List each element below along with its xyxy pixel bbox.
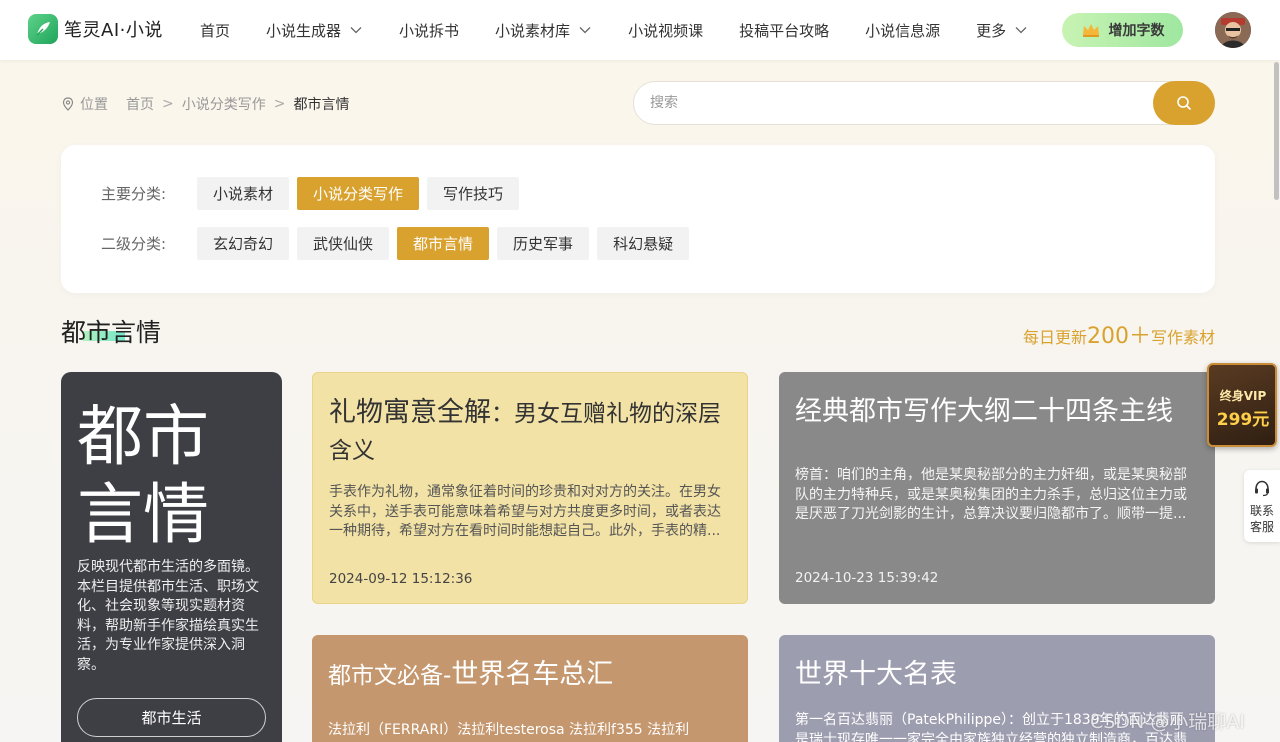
chevron-down-icon	[350, 27, 362, 34]
nav-label: 更多	[976, 21, 1007, 40]
vip-price: 299元	[1216, 410, 1270, 430]
nav-label: 首页	[200, 21, 231, 40]
chip-fantasy[interactable]: 玄幻奇幻	[197, 227, 290, 260]
nav-label: 小说拆书	[399, 21, 460, 40]
primary-category-label: 主要分类:	[101, 185, 167, 203]
chip-writing-tips[interactable]: 写作技巧	[427, 177, 520, 210]
feather-logo-icon	[28, 14, 58, 44]
page-scrollbar[interactable]	[1272, 60, 1280, 742]
update-prefix: 每日更新	[1022, 328, 1087, 347]
article-title: 都市文必备-世界名车总汇	[328, 657, 732, 694]
top-header: 笔灵AI·小说 首页 小说生成器 小说拆书 小说素材库 小说视频课 投稿平台攻略…	[0, 0, 1280, 60]
vip-label: 终身VIP	[1219, 389, 1267, 403]
nav-label: 小说素材库	[495, 21, 571, 40]
nav-label: 小说视频课	[628, 21, 704, 40]
breadcrumb-location-label: 位置	[80, 97, 108, 113]
secondary-category-row: 二级分类: 玄幻奇幻 武侠仙侠 都市言情 历史军事 科幻悬疑	[101, 227, 697, 260]
section-title: 都市言情	[61, 313, 161, 349]
primary-category-row: 主要分类: 小说素材 小说分类写作 写作技巧	[101, 177, 527, 210]
lifetime-vip-badge[interactable]: 终身VIP 299元	[1207, 363, 1277, 447]
title-main: 礼物寓意全解	[329, 397, 491, 428]
urban-life-tag-button[interactable]: 都市生活	[77, 698, 266, 737]
logo-text: 笔灵AI·小说	[64, 20, 163, 41]
breadcrumb-category[interactable]: 小说分类写作	[182, 94, 266, 114]
user-avatar[interactable]	[1215, 12, 1251, 48]
avatar-image	[1215, 12, 1251, 48]
nav-item-submission-guide[interactable]: 投稿平台攻略	[739, 20, 829, 41]
add-words-label: 增加字数	[1108, 23, 1165, 39]
breadcrumb-separator: >	[273, 96, 286, 112]
search-input[interactable]	[650, 92, 1140, 114]
headset-icon	[1255, 480, 1269, 497]
chip-genre-writing[interactable]: 小说分类写作	[297, 177, 420, 210]
scrollbar-thumb[interactable]	[1274, 62, 1279, 200]
search-box	[633, 81, 1215, 125]
secondary-category-label: 二级分类:	[101, 235, 167, 253]
article-excerpt: 榜首：咱们的主角，他是某奥秘部分的主力奸细，或是某奥秘部队的主力特种兵，或是某奥…	[795, 467, 1187, 522]
nav-item-info-source[interactable]: 小说信息源	[865, 20, 940, 41]
watermark-text: CSDN @小瑞聊AI	[1090, 711, 1245, 733]
feature-big-line: 都市	[77, 398, 209, 475]
chip-history-military[interactable]: 历史军事	[497, 227, 590, 260]
breadcrumb: 位置 首页 > 小说分类写作 > 都市言情	[62, 94, 349, 114]
nav-label: 小说信息源	[865, 21, 941, 40]
nav-item-novel-generator[interactable]: 小说生成器	[266, 20, 363, 41]
section-title-text: 都市言情	[61, 318, 162, 347]
update-suffix: 写作素材	[1150, 328, 1215, 347]
search-button[interactable]	[1153, 81, 1215, 125]
chevron-down-icon	[579, 27, 591, 34]
nav-item-more[interactable]: 更多	[976, 20, 1028, 41]
location-pin-icon	[62, 97, 74, 111]
title-prefix: 都市文必备-	[328, 663, 452, 689]
nav-label: 投稿平台攻略	[739, 21, 830, 40]
nav-item-home[interactable]: 首页	[200, 20, 230, 41]
nav-item-material-library[interactable]: 小说素材库	[495, 20, 592, 41]
feature-big-line: 言情	[77, 476, 209, 553]
article-title: 经典都市写作大纲二十四条主线	[795, 396, 1173, 427]
article-excerpt: 手表作为礼物，通常象征着时间的珍贵和对对方的关注。在男女关系中，送手表可能意味着…	[329, 484, 721, 539]
nav-item-video-course[interactable]: 小说视频课	[628, 20, 703, 41]
chip-novel-material[interactable]: 小说素材	[197, 177, 290, 210]
feature-big-title: 都市 言情	[77, 398, 277, 554]
chip-scifi-mystery[interactable]: 科幻悬疑	[597, 227, 690, 260]
breadcrumb-separator: >	[162, 96, 174, 112]
article-title: 礼物寓意全解：男女互赠礼物的深层含义	[329, 395, 731, 469]
article-date: 2024-10-23 15:39:42	[795, 570, 939, 586]
article-card[interactable]: 经典都市写作大纲二十四条主线 榜首：咱们的主角，他是某奥秘部分的主力奸细，或是某…	[779, 372, 1215, 604]
chip-wuxia[interactable]: 武侠仙侠	[297, 227, 390, 260]
nav-item-book-breakdown[interactable]: 小说拆书	[399, 20, 459, 41]
article-title: 世界十大名表	[795, 659, 957, 690]
article-card[interactable]: 礼物寓意全解：男女互赠礼物的深层含义 手表作为礼物，通常象征着时间的珍贵和对对方…	[312, 372, 748, 604]
breadcrumb-current: 都市言情	[293, 97, 350, 113]
feature-description: 反映现代都市生活的多面镜。本栏目提供都市生活、职场文化、社会现象等现实题材资料，…	[77, 559, 259, 673]
update-number: 200＋	[1086, 324, 1151, 349]
title-main: 世界名车总汇	[451, 659, 614, 690]
nav-label: 小说生成器	[266, 21, 342, 40]
chip-urban-romance[interactable]: 都市言情	[397, 227, 490, 260]
article-excerpt: 法拉利（FERRARI）法拉利testerosa 法拉利f355 法拉利250G…	[328, 722, 690, 742]
breadcrumb-home[interactable]: 首页	[126, 94, 154, 114]
site-logo[interactable]: 笔灵AI·小说	[28, 14, 163, 44]
article-card[interactable]: 都市文必备-世界名车总汇 法拉利（FERRARI）法拉利testerosa 法拉…	[312, 635, 748, 742]
main-nav: 首页 小说生成器 小说拆书 小说素材库 小说视频课 投稿平台攻略 小说信息源 更…	[200, 0, 1064, 60]
category-feature-card: 都市 言情 反映现代都市生活的多面镜。本栏目提供都市生活、职场文化、社会现象等现…	[61, 372, 282, 742]
article-date: 2024-09-12 15:12:36	[329, 571, 473, 587]
chevron-down-icon	[1015, 27, 1027, 34]
crown-icon	[1082, 24, 1099, 37]
search-icon	[1177, 96, 1191, 110]
category-panel: 主要分类: 小说素材 小说分类写作 写作技巧 二级分类: 玄幻奇幻 武侠仙侠 都…	[61, 145, 1215, 293]
daily-update-note: 每日更新200＋写作素材	[1023, 318, 1215, 350]
add-words-button[interactable]: 增加字数	[1062, 13, 1183, 47]
